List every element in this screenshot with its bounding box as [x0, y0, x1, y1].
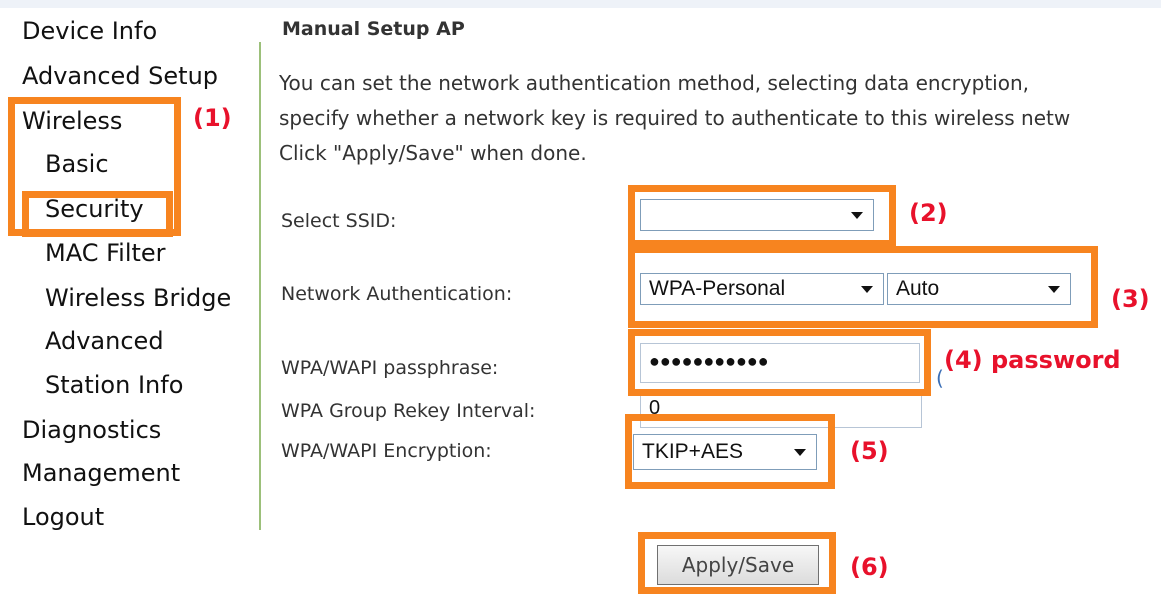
passphrase-label: WPA/WAPI passphrase:	[281, 357, 499, 379]
description-line-1: You can set the network authentication m…	[279, 71, 1030, 95]
encryption-label: WPA/WAPI Encryption:	[281, 440, 492, 462]
annotation-box-6	[638, 532, 836, 594]
sidebar-item-diagnostics[interactable]: Diagnostics	[22, 416, 161, 444]
annotation-label-1: (1)	[193, 104, 232, 132]
sidebar-item-advanced-setup[interactable]: Advanced Setup	[22, 62, 218, 90]
description-line-3: Click "Apply/Save" when done.	[279, 141, 587, 165]
sidebar-item-advanced[interactable]: Advanced	[45, 327, 164, 355]
network-auth-label: Network Authentication:	[281, 283, 513, 305]
stray-char: (	[936, 366, 944, 390]
sidebar-item-device-info[interactable]: Device Info	[22, 17, 157, 45]
description-line-2: specify whether a network key is require…	[279, 106, 1071, 130]
sidebar-item-mac-filter[interactable]: MAC Filter	[45, 239, 166, 267]
annotation-box-2	[628, 185, 896, 247]
annotation-label-4: (4) password	[944, 346, 1121, 374]
annotation-label-5: (5)	[850, 437, 889, 465]
sidebar-item-station-info[interactable]: Station Info	[45, 371, 183, 399]
annotation-label-2: (2)	[909, 199, 948, 227]
page-title: Manual Setup AP	[282, 18, 465, 40]
sidebar-item-management[interactable]: Management	[22, 459, 180, 487]
annotation-box-4	[628, 329, 931, 396]
sidebar-item-wireless-bridge[interactable]: Wireless Bridge	[45, 284, 231, 312]
sidebar-divider	[259, 42, 261, 530]
annotation-box-5	[625, 414, 835, 489]
annotation-label-6: (6)	[850, 553, 889, 581]
ssid-label: Select SSID:	[281, 210, 397, 232]
annotation-box-3	[628, 246, 1098, 328]
sidebar-nav: Device Info Advanced Setup Wireless Basi…	[0, 0, 262, 594]
annotation-label-3: (3)	[1111, 285, 1150, 313]
annotation-box-security	[22, 191, 173, 237]
rekey-interval-label: WPA Group Rekey Interval:	[281, 400, 536, 422]
sidebar-item-logout[interactable]: Logout	[22, 503, 104, 531]
